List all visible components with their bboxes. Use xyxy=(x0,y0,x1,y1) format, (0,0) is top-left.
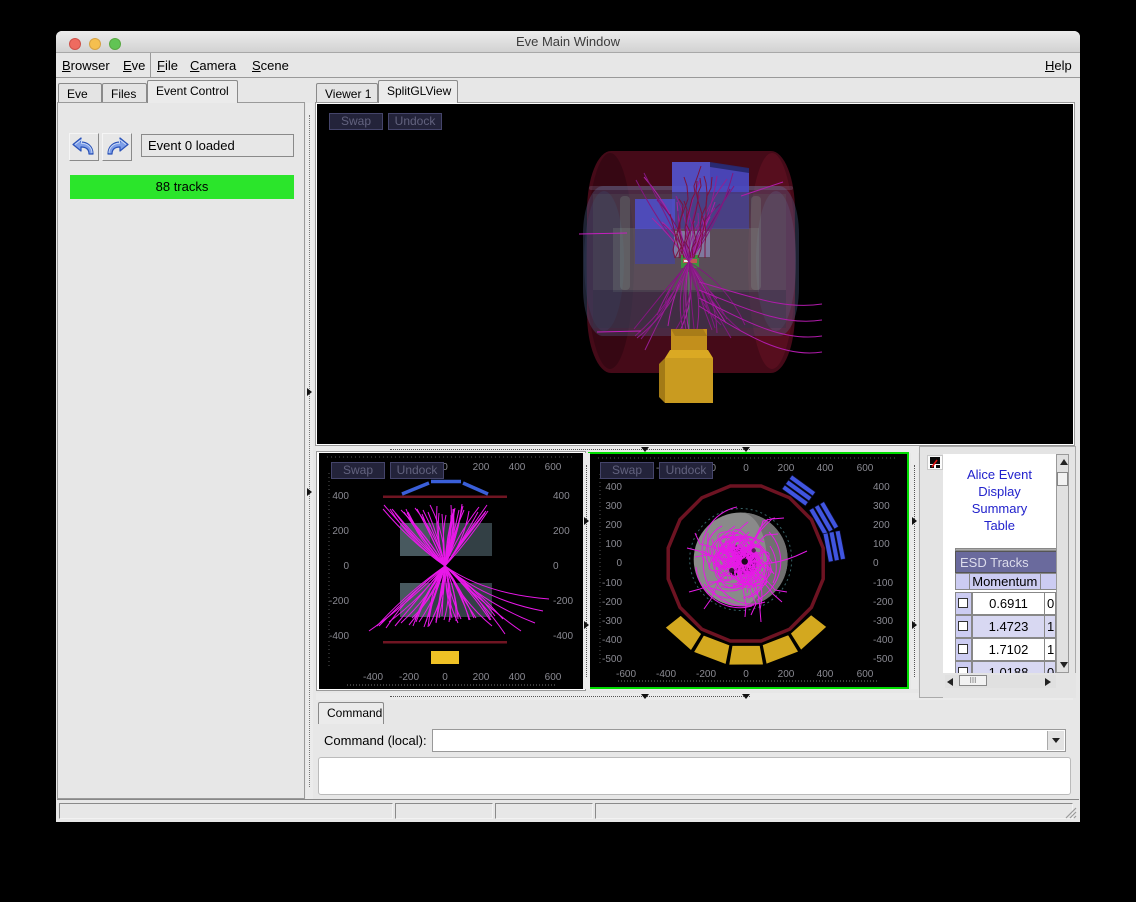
svg-text:0: 0 xyxy=(743,463,749,474)
svg-text:100: 100 xyxy=(873,539,890,550)
svg-text:-400: -400 xyxy=(656,669,676,680)
svg-text:400: 400 xyxy=(509,672,526,683)
svg-text:600: 600 xyxy=(545,462,562,473)
svg-text:400: 400 xyxy=(553,491,570,502)
svg-text:-400: -400 xyxy=(329,631,349,642)
svg-text:-400: -400 xyxy=(363,672,383,683)
svg-text:600: 600 xyxy=(857,463,874,474)
svg-text:400: 400 xyxy=(873,482,890,493)
svg-text:-200: -200 xyxy=(329,596,349,607)
svg-text:0: 0 xyxy=(343,561,349,572)
svg-text:400: 400 xyxy=(817,463,834,474)
svg-text:-500: -500 xyxy=(602,654,622,665)
svg-text:300: 300 xyxy=(605,501,622,512)
svg-text:-100: -100 xyxy=(602,578,622,589)
svg-text:-300: -300 xyxy=(602,616,622,627)
svg-text:0: 0 xyxy=(743,669,749,680)
svg-text:600: 600 xyxy=(545,672,562,683)
svg-text:400: 400 xyxy=(817,669,834,680)
svg-text:200: 200 xyxy=(473,672,490,683)
svg-text:400: 400 xyxy=(509,462,526,473)
svg-text:300: 300 xyxy=(873,501,890,512)
svg-text:400: 400 xyxy=(332,491,349,502)
svg-text:200: 200 xyxy=(605,520,622,531)
svg-text:-200: -200 xyxy=(873,597,893,608)
svg-text:200: 200 xyxy=(778,463,795,474)
svg-text:400: 400 xyxy=(605,482,622,493)
svg-text:100: 100 xyxy=(605,539,622,550)
svg-text:0: 0 xyxy=(553,561,559,572)
svg-text:-400: -400 xyxy=(602,635,622,646)
svg-text:-400: -400 xyxy=(553,631,573,642)
svg-text:200: 200 xyxy=(778,669,795,680)
svg-text:200: 200 xyxy=(332,526,349,537)
svg-text:600: 600 xyxy=(857,669,874,680)
svg-text:-600: -600 xyxy=(616,669,636,680)
svg-text:-200: -200 xyxy=(399,672,419,683)
svg-text:200: 200 xyxy=(873,520,890,531)
svg-text:-400: -400 xyxy=(873,635,893,646)
svg-text:200: 200 xyxy=(553,526,570,537)
svg-text:0: 0 xyxy=(616,558,622,569)
svg-text:-200: -200 xyxy=(602,597,622,608)
svg-text:0: 0 xyxy=(442,672,448,683)
svg-text:-300: -300 xyxy=(873,616,893,627)
svg-text:200: 200 xyxy=(473,462,490,473)
svg-text:-500: -500 xyxy=(873,654,893,665)
svg-text:-100: -100 xyxy=(873,578,893,589)
svg-text:0: 0 xyxy=(873,558,879,569)
svg-text:-200: -200 xyxy=(696,669,716,680)
svg-text:-200: -200 xyxy=(553,596,573,607)
